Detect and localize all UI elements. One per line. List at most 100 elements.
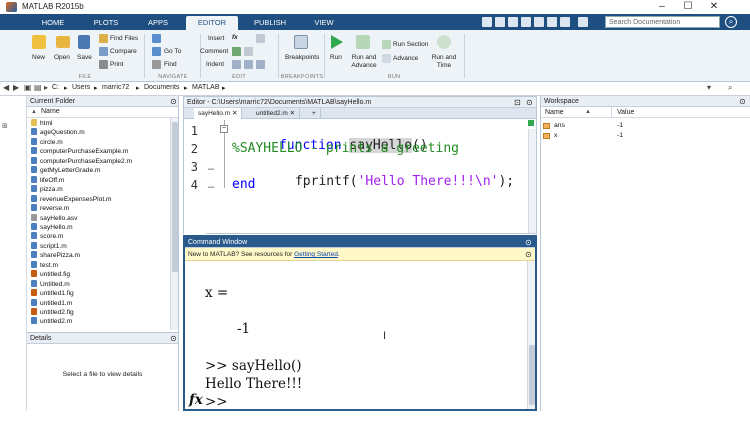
- run-and-advance-button[interactable]: Run and Advance: [350, 54, 378, 70]
- search-icon[interactable]: ⌕: [725, 16, 737, 28]
- compare-button[interactable]: Compare: [110, 48, 137, 55]
- file-list-item[interactable]: revenueExpensesPlot.m: [31, 194, 111, 204]
- workspace-var-name[interactable]: x: [554, 132, 557, 139]
- uncomment-icon[interactable]: [244, 47, 253, 56]
- name-column-header[interactable]: Name: [545, 109, 564, 116]
- breakpoint-dash-icon[interactable]: –: [208, 163, 214, 175]
- switch-windows-icon[interactable]: [560, 17, 570, 27]
- maximize-icon[interactable]: ☐: [676, 0, 700, 14]
- tab-view[interactable]: VIEW: [306, 16, 342, 30]
- cut-quick-icon[interactable]: [495, 17, 505, 27]
- find-files-button[interactable]: Find Files: [110, 35, 138, 42]
- panel-menu-icon[interactable]: ⊙: [526, 97, 533, 108]
- breadcrumb-user[interactable]: marric72: [102, 84, 129, 91]
- paste-quick-icon[interactable]: [521, 17, 531, 27]
- file-list-item[interactable]: sharePizza.m: [31, 251, 80, 260]
- getting-started-link[interactable]: Getting Started: [294, 251, 338, 258]
- save-quick-icon[interactable]: [482, 17, 492, 27]
- file-list-item[interactable]: reverse.m: [31, 204, 69, 213]
- copy-quick-icon[interactable]: [508, 17, 518, 27]
- insert-options-icon[interactable]: [256, 34, 265, 43]
- panel-menu-icon[interactable]: ⊙: [525, 237, 532, 248]
- up-folder-icon[interactable]: ▣: [24, 83, 32, 92]
- tip-dropdown-icon[interactable]: ⊙: [525, 249, 532, 260]
- undo-quick-icon[interactable]: [534, 17, 544, 27]
- workspace-var-value[interactable]: -1: [617, 122, 623, 129]
- file-list-item[interactable]: sayHello.asv: [31, 213, 77, 223]
- forward-arrow-icon[interactable]: ▶: [13, 83, 19, 92]
- panel-menu-icon[interactable]: ⊙: [170, 96, 177, 107]
- panel-menu-icon[interactable]: ⊙: [739, 96, 746, 107]
- new-button[interactable]: New: [32, 54, 45, 61]
- file-list-item[interactable]: lifeOff.m: [31, 175, 64, 185]
- scrollbar-thumb[interactable]: [172, 122, 178, 272]
- expand-folder-icon[interactable]: ⊞: [2, 122, 8, 130]
- search-documentation-input[interactable]: Search Documentation: [605, 16, 720, 28]
- breadcrumb-matlab[interactable]: MATLAB: [192, 84, 220, 91]
- breakpoints-button[interactable]: Breakpoints: [285, 54, 319, 61]
- breakpoints-icon[interactable]: [294, 35, 308, 49]
- insert-button[interactable]: Insert: [208, 35, 224, 42]
- save-icon[interactable]: [78, 35, 90, 49]
- workspace-var-name[interactable]: ans: [554, 122, 565, 129]
- breakpoint-dash-icon[interactable]: –: [208, 181, 214, 193]
- file-list-item[interactable]: getMyLetterGrade.m: [31, 166, 100, 175]
- value-column-header[interactable]: Value: [617, 109, 634, 116]
- decrease-indent-icon[interactable]: [256, 60, 265, 69]
- file-list-item[interactable]: computerPurchaseExample2.m: [31, 156, 132, 166]
- function-browser-icon[interactable]: fx: [189, 392, 203, 408]
- tab-home[interactable]: HOME: [36, 16, 70, 30]
- command-window-scrollbar[interactable]: [527, 261, 535, 409]
- breadcrumb-users[interactable]: Users: [72, 84, 90, 91]
- file-list-scrollbar[interactable]: [170, 118, 178, 330]
- editor-tab-sayhello[interactable]: sayHello.m ✕: [194, 108, 243, 119]
- redo-quick-icon[interactable]: [547, 17, 557, 27]
- name-column-header[interactable]: Name: [41, 108, 60, 115]
- file-list-item[interactable]: test.m: [31, 260, 58, 270]
- address-dropdown-icon[interactable]: ▾: [707, 83, 711, 92]
- browse-folder-icon[interactable]: ▤: [34, 83, 42, 92]
- new-tab-button[interactable]: +: [308, 108, 321, 119]
- breadcrumb-documents[interactable]: Documents: [144, 84, 179, 91]
- editor-tab-untitled2[interactable]: untitled2.m ✕: [252, 108, 301, 119]
- file-list-item[interactable]: circle.m: [31, 137, 63, 147]
- advance-button[interactable]: Advance: [393, 55, 418, 62]
- file-list-item[interactable]: untitled1.fig: [31, 289, 74, 298]
- run-and-time-button[interactable]: Run and Time: [430, 54, 458, 70]
- scrollbar-thumb[interactable]: [529, 345, 535, 405]
- fx-insert-button[interactable]: fx: [232, 34, 238, 41]
- minimize-icon[interactable]: –: [650, 0, 674, 14]
- help-quick-icon[interactable]: [578, 17, 588, 27]
- tab-publish[interactable]: PUBLISH: [250, 16, 290, 30]
- new-icon[interactable]: [32, 35, 46, 49]
- file-list-item[interactable]: untitled.fig: [31, 270, 70, 279]
- run-icon[interactable]: [331, 35, 343, 49]
- code-area[interactable]: function sayHello() %SAYHELLO - prints a…: [230, 120, 526, 234]
- open-button[interactable]: Open: [54, 54, 70, 61]
- file-list-item[interactable]: Untitled.m: [31, 279, 70, 289]
- tab-apps[interactable]: APPS: [140, 16, 176, 30]
- breadcrumb-drive[interactable]: C:: [52, 84, 59, 91]
- panel-menu-icon[interactable]: ⊙: [170, 333, 177, 344]
- save-button[interactable]: Save: [77, 54, 92, 61]
- find-button[interactable]: Find: [164, 61, 177, 68]
- print-button[interactable]: Print: [110, 61, 123, 68]
- workspace-var-value[interactable]: -1: [617, 132, 623, 139]
- address-search-icon[interactable]: ⌕: [728, 83, 732, 93]
- open-folder-icon[interactable]: [56, 36, 70, 48]
- go-to-button[interactable]: Go To: [164, 48, 181, 55]
- file-list-item[interactable]: score.m: [31, 232, 63, 241]
- editor-scrollbar[interactable]: [528, 129, 536, 233]
- close-icon[interactable]: ✕: [702, 0, 726, 14]
- increase-indent-icon[interactable]: [244, 60, 253, 69]
- tab-plots[interactable]: PLOTS: [86, 16, 126, 30]
- file-list-item[interactable]: untitled2.fig: [31, 308, 74, 317]
- indent-button[interactable]: Indent: [206, 61, 224, 68]
- run-section-button[interactable]: Run Section: [393, 41, 428, 48]
- file-list-item[interactable]: untitled2.m: [31, 317, 72, 326]
- file-list-item[interactable]: computerPurchaseExample.m: [31, 147, 128, 156]
- back-nav-icon[interactable]: [152, 34, 161, 43]
- run-and-advance-icon[interactable]: [356, 35, 370, 49]
- indent-icon[interactable]: [232, 60, 241, 69]
- back-arrow-icon[interactable]: ◀: [3, 83, 9, 92]
